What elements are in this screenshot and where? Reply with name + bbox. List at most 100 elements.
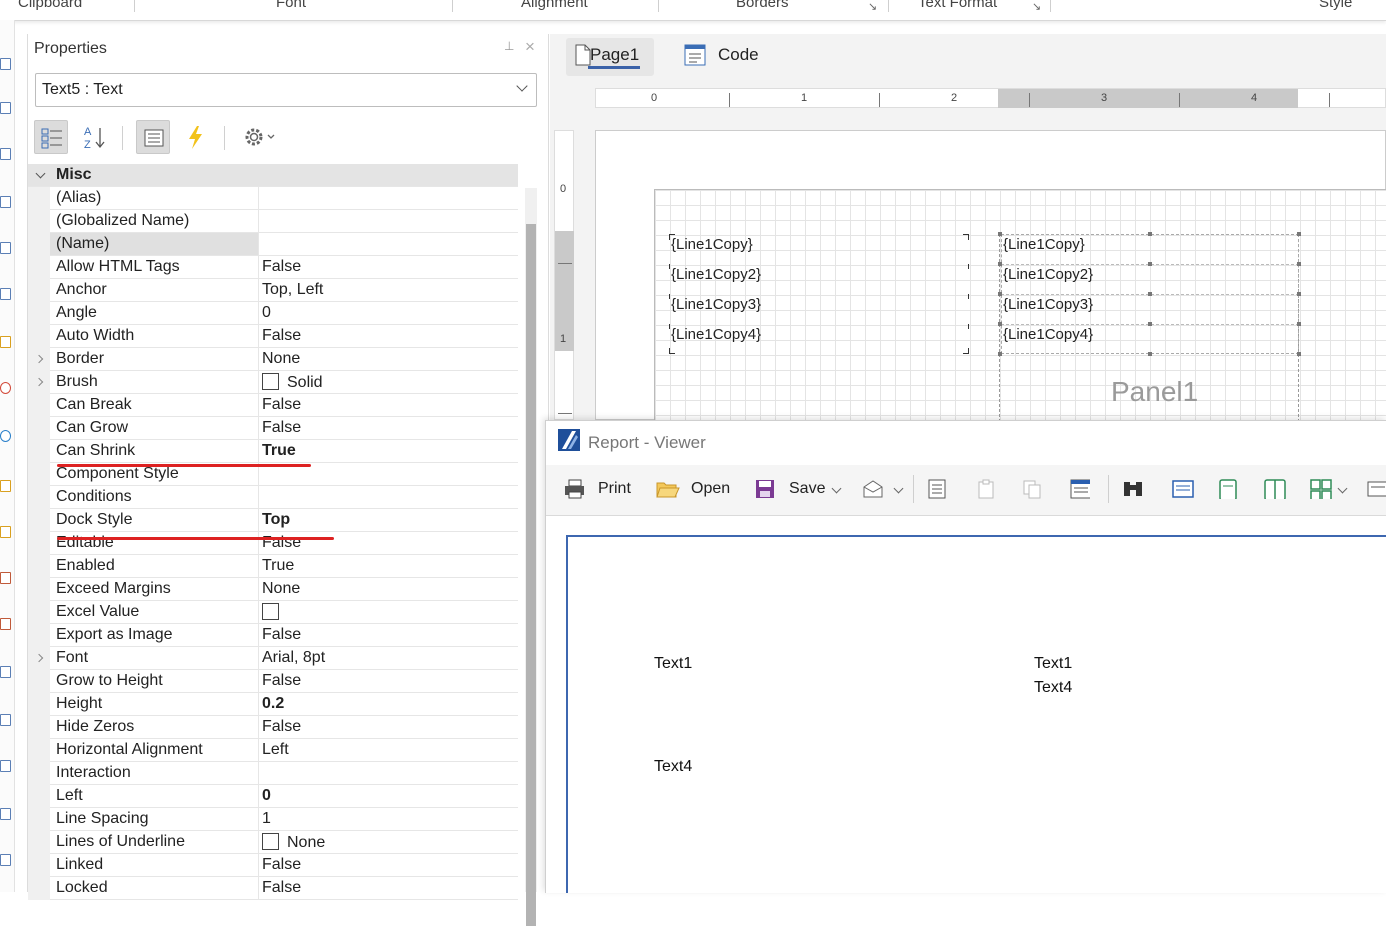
chevron-down-icon[interactable] <box>1337 483 1348 494</box>
property-value[interactable]: None <box>262 833 325 852</box>
continuous-page-icon[interactable] <box>1218 479 1238 499</box>
component-selector[interactable]: Text5 : Text <box>35 73 537 107</box>
property-row-editable[interactable]: Editable False <box>28 532 518 555</box>
property-row-brush[interactable]: Brush Solid <box>28 371 518 394</box>
value-checkbox-icon[interactable] <box>262 833 279 850</box>
property-value[interactable]: False <box>262 419 301 437</box>
property-value[interactable]: 0 <box>262 304 271 322</box>
settings-menu-button[interactable] <box>238 120 282 154</box>
toolbox-item-icon[interactable] <box>0 618 11 630</box>
resize-handle[interactable] <box>1148 292 1152 296</box>
property-row-line-spacing[interactable]: Line Spacing 1 <box>28 808 518 831</box>
resize-handle[interactable] <box>1148 262 1152 266</box>
design-text-left-2[interactable]: {Line1Copy2} <box>671 266 761 283</box>
resize-handle[interactable] <box>1148 322 1152 326</box>
property-row-exceed-margins[interactable]: Exceed Margins None <box>28 578 518 601</box>
folder-open-icon[interactable] <box>656 479 680 499</box>
chevron-down-icon[interactable] <box>35 168 46 179</box>
property-value[interactable]: None <box>262 350 300 368</box>
two-pages-icon[interactable] <box>1264 479 1286 499</box>
document-icon[interactable] <box>927 479 947 499</box>
page-setup-icon[interactable] <box>1070 479 1090 499</box>
print-button[interactable]: Print <box>598 480 631 498</box>
text-format-dialog-launcher-icon[interactable]: ↘ <box>1032 0 1041 13</box>
property-value[interactable]: 1 <box>262 810 271 828</box>
resize-handle[interactable] <box>1148 352 1152 356</box>
property-row-allow-html-tags[interactable]: Allow HTML Tags False <box>28 256 518 279</box>
property-value[interactable]: False <box>262 672 301 690</box>
code-icon[interactable] <box>684 44 706 66</box>
properties-view-button[interactable] <box>136 120 170 154</box>
property-value[interactable]: 0.2 <box>262 695 284 713</box>
scrollbar-thumb[interactable] <box>526 224 536 926</box>
property-row-left[interactable]: Left 0 <box>28 785 518 808</box>
resize-handle[interactable] <box>998 232 1002 236</box>
property-row-font[interactable]: Font Arial, 8pt <box>28 647 518 670</box>
chevron-down-icon[interactable] <box>831 483 842 494</box>
property-row-horizontal-alignment[interactable]: Horizontal Alignment Left <box>28 739 518 762</box>
property-value[interactable]: True <box>262 557 294 575</box>
design-text-left-4[interactable]: {Line1Copy4} <box>671 326 761 343</box>
property-row-locked[interactable]: Locked False <box>28 877 518 900</box>
resize-handle[interactable] <box>998 352 1002 356</box>
design-text-left-1[interactable]: {Line1Copy} <box>671 236 753 253</box>
toolbox-item-icon[interactable] <box>0 242 11 254</box>
toolbox-item-icon[interactable] <box>0 572 11 584</box>
property-row-excel-value[interactable]: Excel Value <box>28 601 518 624</box>
value-checkbox-icon[interactable] <box>262 373 279 390</box>
toolbox-item-icon[interactable] <box>0 288 11 300</box>
property-value[interactable]: False <box>262 396 301 414</box>
category-misc[interactable]: Misc <box>28 164 518 187</box>
toolbox-item-icon[interactable] <box>0 148 11 160</box>
toolbox-item-icon[interactable] <box>0 666 11 678</box>
property-row-auto-width[interactable]: Auto Width False <box>28 325 518 348</box>
property-value[interactable]: Top <box>262 511 290 529</box>
property-value[interactable]: False <box>262 327 301 345</box>
property-value[interactable]: Left <box>262 741 289 759</box>
property-row-alias[interactable]: (Alias) <box>28 187 518 210</box>
close-icon[interactable]: × <box>525 37 535 57</box>
property-row-export-as-image[interactable]: Export as Image False <box>28 624 518 647</box>
resize-handle[interactable] <box>998 262 1002 266</box>
toolbox-item-icon[interactable] <box>0 430 11 442</box>
clipboard-icon[interactable] <box>976 479 996 499</box>
borders-dialog-launcher-icon[interactable]: ↘ <box>868 0 877 13</box>
toolbox-item-icon[interactable] <box>0 196 11 208</box>
property-value[interactable]: False <box>262 626 301 644</box>
chevron-down-icon[interactable] <box>893 483 904 494</box>
design-page[interactable]: {Line1Copy} {Line1Copy2} {Line1Copy3} {L… <box>595 130 1386 422</box>
design-text-right-4[interactable]: {Line1Copy4} <box>1003 326 1093 343</box>
property-row-hide-zeros[interactable]: Hide Zeros False <box>28 716 518 739</box>
property-value[interactable]: None <box>262 580 300 598</box>
property-row-dock-style[interactable]: Dock Style Top <box>28 509 518 532</box>
property-row-grow-to-height[interactable]: Grow to Height False <box>28 670 518 693</box>
property-value[interactable]: Solid <box>262 373 323 392</box>
toolbox-item-icon[interactable] <box>0 58 11 70</box>
property-row-name[interactable]: (Name) <box>28 233 518 256</box>
toolbox-item-icon[interactable] <box>0 480 11 492</box>
printer-icon[interactable] <box>564 479 584 499</box>
alphabetical-sort-button[interactable]: A Z <box>78 120 112 154</box>
property-row-anchor[interactable]: Anchor Top, Left <box>28 279 518 302</box>
property-row-linked[interactable]: Linked False <box>28 854 518 877</box>
events-view-button[interactable] <box>178 120 212 154</box>
design-text-right-3[interactable]: {Line1Copy3} <box>1003 296 1093 313</box>
resize-handle[interactable] <box>998 292 1002 296</box>
resize-handle[interactable] <box>1297 322 1301 326</box>
tab-code[interactable]: Code <box>718 45 759 65</box>
property-value[interactable]: False <box>262 856 301 874</box>
resize-handle[interactable] <box>1297 232 1301 236</box>
property-value[interactable]: False <box>262 718 301 736</box>
resize-handle[interactable] <box>1297 262 1301 266</box>
find-binoculars-icon[interactable] <box>1122 479 1144 499</box>
property-value[interactable]: True <box>262 442 296 460</box>
design-text-right-2[interactable]: {Line1Copy2} <box>1003 266 1093 283</box>
property-value[interactable]: Arial, 8pt <box>262 649 325 667</box>
property-row-height[interactable]: Height 0.2 <box>28 693 518 716</box>
single-page-icon[interactable] <box>1172 479 1194 499</box>
viewer-page[interactable]: Text1 Text1 Text4 Text4 <box>566 535 1386 893</box>
resize-handle[interactable] <box>1148 232 1152 236</box>
design-text-right-1[interactable]: {Line1Copy} <box>1003 236 1085 253</box>
toolbox-item-icon[interactable] <box>0 526 11 538</box>
property-row-can-shrink[interactable]: Can Shrink True <box>28 440 518 463</box>
